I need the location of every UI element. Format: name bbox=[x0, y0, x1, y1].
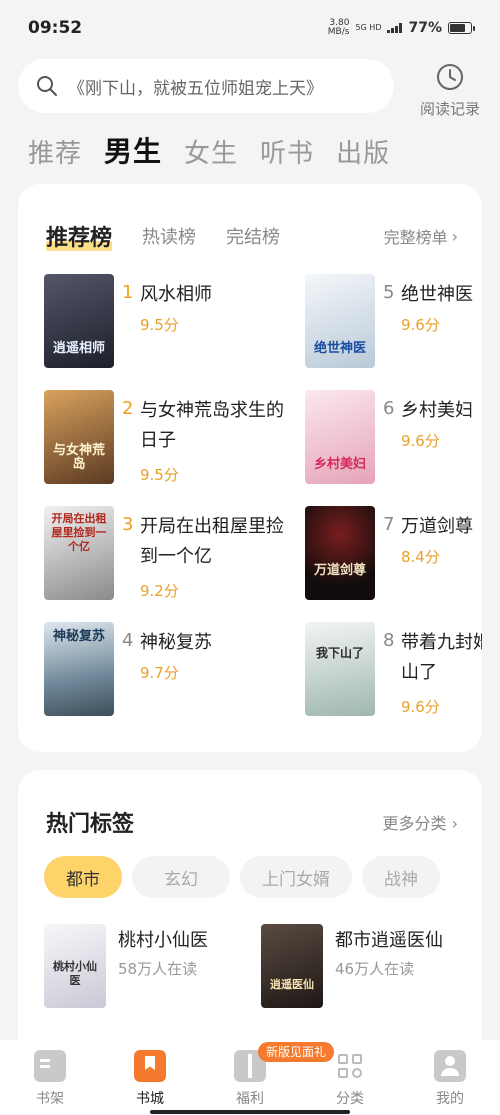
battery-percent: 77% bbox=[408, 20, 442, 36]
search-icon bbox=[37, 76, 57, 96]
category-icon bbox=[334, 1050, 366, 1082]
status-bar: 09:52 3.80 MB/s 5G HD 77% bbox=[0, 0, 500, 56]
book-cover: 万道剑尊 bbox=[305, 506, 375, 600]
hot-tags-title: 热门标签 bbox=[46, 812, 135, 837]
nav-label: 分类 bbox=[336, 1091, 364, 1107]
nav-bookstore[interactable]: 书城 bbox=[110, 1050, 190, 1108]
book-cover: 绝世神医 bbox=[305, 274, 375, 368]
book-score: 9.2分 bbox=[140, 582, 179, 600]
chevron-right-icon: › bbox=[451, 226, 458, 246]
home-indicator bbox=[150, 1110, 350, 1114]
book-title: 风水相师 bbox=[140, 284, 212, 305]
book-title: 乡村美妇 bbox=[401, 400, 473, 421]
tag-book-1[interactable]: 桃村小仙医 桃村小仙医 58万人在读 bbox=[44, 924, 254, 1008]
book-score: 9.5分 bbox=[140, 466, 179, 484]
book-cover: 逍遥相师 bbox=[44, 274, 114, 368]
search-row: 《刚下山，就被五位师姐宠上天》 阅读记录 bbox=[18, 58, 488, 118]
rank-book-5[interactable]: 绝世神医 5 绝世神医 9.6分 bbox=[305, 274, 482, 370]
book-score: 9.5分 bbox=[140, 316, 179, 334]
rank-book-7[interactable]: 万道剑尊 7 万道剑尊 8.4分 bbox=[305, 506, 482, 602]
book-title: 神秘复苏 bbox=[140, 632, 212, 653]
book-score: 9.7分 bbox=[140, 664, 179, 682]
nav-label: 书城 bbox=[136, 1091, 164, 1107]
nav-profile[interactable]: 我的 bbox=[410, 1050, 490, 1108]
reader-count: 58万人在读 bbox=[118, 960, 198, 978]
network-type: 5G HD bbox=[355, 23, 382, 32]
bottom-nav: 书架 书城 福利 分类 我的 bbox=[0, 1040, 500, 1115]
book-cover: 开局在出租屋里捡到一个亿 bbox=[44, 506, 114, 600]
signal-icon bbox=[387, 23, 403, 33]
tab-female[interactable]: 女生 bbox=[184, 133, 238, 170]
tab-published[interactable]: 出版 bbox=[336, 133, 390, 170]
hot-tags-card: 热门标签 更多分类 › 都市 玄幻 上门女婿 战神 桃村小仙医 桃村小仙医 58… bbox=[18, 770, 482, 1070]
reading-history-label: 阅读记录 bbox=[419, 100, 480, 118]
clock-icon bbox=[437, 64, 463, 90]
rank-number: 6 bbox=[383, 398, 395, 419]
book-score: 9.6分 bbox=[401, 432, 440, 450]
rank-number: 2 bbox=[122, 398, 134, 419]
rank-number: 5 bbox=[383, 282, 395, 303]
reading-history-button[interactable]: 阅读记录 bbox=[412, 62, 488, 119]
tab-finished-rank[interactable]: 完结榜 bbox=[226, 223, 280, 249]
nav-bookshelf[interactable]: 书架 bbox=[10, 1050, 90, 1108]
tab-recommend-rank[interactable]: 推荐榜 bbox=[46, 220, 113, 252]
book-title: 万道剑尊 bbox=[401, 516, 473, 537]
book-cover: 神秘复苏 bbox=[44, 622, 114, 716]
nav-label: 我的 bbox=[436, 1091, 464, 1107]
book-title: 带着九封婚书我下山了 bbox=[401, 632, 482, 683]
tab-male[interactable]: 男生 bbox=[104, 130, 162, 170]
tag-chip-urban[interactable]: 都市 bbox=[44, 856, 122, 898]
nav-label: 福利 bbox=[236, 1091, 264, 1107]
book-score: 9.6分 bbox=[401, 698, 440, 716]
status-indicators: 3.80 MB/s 5G HD 77% bbox=[327, 18, 475, 37]
book-cover: 桃村小仙医 bbox=[44, 924, 106, 1008]
rank-book-1[interactable]: 逍遥相师 1 风水相师 9.5分 bbox=[44, 274, 344, 370]
rank-number: 7 bbox=[383, 514, 395, 535]
status-time: 09:52 bbox=[28, 18, 83, 38]
tab-hot-rank[interactable]: 热读榜 bbox=[142, 223, 196, 249]
book-title: 与女神荒岛求生的日子 bbox=[140, 400, 284, 451]
search-input[interactable]: 《刚下山，就被五位师姐宠上天》 bbox=[18, 59, 394, 113]
tag-chips: 都市 玄幻 上门女婿 战神 bbox=[44, 856, 440, 898]
rank-book-6[interactable]: 乡村美妇 6 乡村美妇 9.6分 bbox=[305, 390, 482, 486]
book-cover: 乡村美妇 bbox=[305, 390, 375, 484]
ranking-card: 推荐榜 热读榜 完结榜 完整榜单 › 逍遥相师 1 风水相师 9.5分 与女神荒… bbox=[18, 184, 482, 752]
rank-number: 1 bbox=[122, 282, 134, 303]
channel-tabs: 推荐 男生 女生 听书 出版 bbox=[28, 130, 390, 170]
rank-book-2[interactable]: 与女神荒岛 2 与女神荒岛求生的日子 9.5分 bbox=[44, 390, 344, 486]
promo-badge[interactable]: 新版见面礼 bbox=[258, 1042, 335, 1062]
search-placeholder: 《刚下山，就被五位师姐宠上天》 bbox=[68, 78, 323, 99]
rank-number: 4 bbox=[122, 630, 134, 651]
full-list-link[interactable]: 完整榜单 › bbox=[384, 224, 458, 248]
rank-number: 3 bbox=[122, 514, 134, 535]
rank-book-3[interactable]: 开局在出租屋里捡到一个亿 3 开局在出租屋里捡到一个亿 9.2分 bbox=[44, 506, 344, 602]
rank-book-4[interactable]: 神秘复苏 4 神秘复苏 9.7分 bbox=[44, 622, 344, 718]
tab-audiobook[interactable]: 听书 bbox=[260, 133, 314, 170]
book-cover: 与女神荒岛 bbox=[44, 390, 114, 484]
tag-book-2[interactable]: 逍遥医仙 都市逍遥医仙 46万人在读 bbox=[261, 924, 471, 1008]
tag-chip-son-in-law[interactable]: 上门女婿 bbox=[240, 856, 352, 898]
book-score: 8.4分 bbox=[401, 548, 440, 566]
more-categories-link[interactable]: 更多分类 › bbox=[382, 810, 458, 834]
tab-recommend[interactable]: 推荐 bbox=[28, 133, 82, 170]
book-title: 绝世神医 bbox=[401, 284, 473, 305]
chevron-right-icon: › bbox=[451, 814, 458, 833]
profile-icon bbox=[434, 1050, 466, 1082]
reader-count: 46万人在读 bbox=[335, 960, 415, 978]
nav-label: 书架 bbox=[36, 1091, 64, 1107]
rank-book-8[interactable]: 我下山了 8 带着九封婚书我下山了 9.6分 bbox=[305, 622, 482, 718]
book-title: 桃村小仙医 bbox=[118, 930, 208, 951]
book-score: 9.6分 bbox=[401, 316, 440, 334]
tag-chip-war-god[interactable]: 战神 bbox=[362, 856, 440, 898]
book-title: 都市逍遥医仙 bbox=[335, 930, 443, 951]
book-title: 开局在出租屋里捡到一个亿 bbox=[140, 516, 284, 567]
rank-number: 8 bbox=[383, 630, 395, 651]
network-speed: 3.80 MB/s bbox=[327, 18, 350, 37]
bookstore-icon bbox=[134, 1050, 166, 1082]
bookshelf-icon bbox=[34, 1050, 66, 1082]
book-cover: 我下山了 bbox=[305, 622, 375, 716]
book-cover: 逍遥医仙 bbox=[261, 924, 323, 1008]
tag-chip-fantasy[interactable]: 玄幻 bbox=[132, 856, 230, 898]
battery-icon bbox=[448, 22, 475, 34]
